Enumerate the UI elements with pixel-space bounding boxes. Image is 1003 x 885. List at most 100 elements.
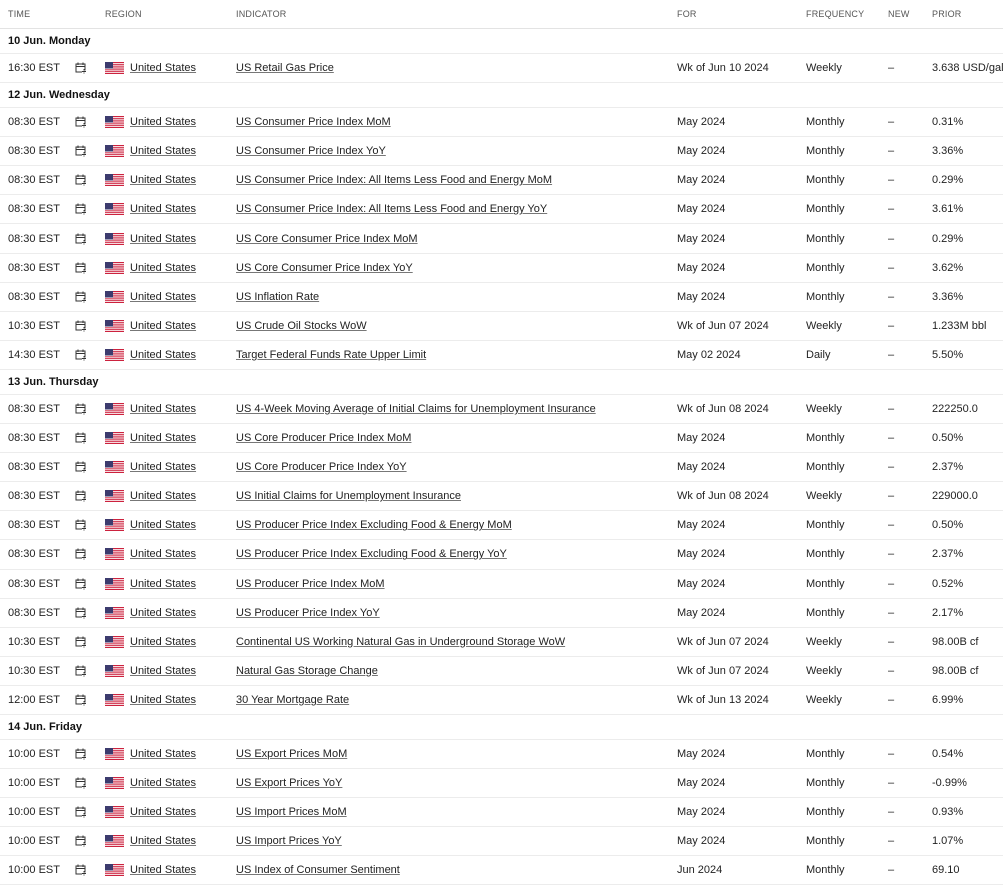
indicator-link[interactable]: US Import Prices YoY <box>236 835 342 847</box>
region-link[interactable]: United States <box>130 262 196 274</box>
calendar-add-icon[interactable] <box>75 403 89 415</box>
indicator-link[interactable]: US Consumer Price Index: All Items Less … <box>236 174 552 186</box>
header-for[interactable]: FOR <box>677 9 697 19</box>
calendar-add-icon[interactable] <box>75 578 89 590</box>
indicator-link[interactable]: US Consumer Price Index MoM <box>236 116 391 128</box>
indicator-link[interactable]: US Producer Price Index YoY <box>236 607 380 619</box>
indicator-link[interactable]: US Producer Price Index Excluding Food &… <box>236 548 507 560</box>
new-value: – <box>888 203 895 216</box>
calendar-add-icon[interactable] <box>75 665 89 677</box>
header-indicator[interactable]: INDICATOR <box>236 9 286 19</box>
calendar-add-icon[interactable] <box>75 519 89 531</box>
prior-value: 98.00B cf <box>932 635 979 648</box>
indicator-link[interactable]: US Core Consumer Price Index YoY <box>236 262 413 274</box>
region-link[interactable]: United States <box>130 62 196 74</box>
header-region[interactable]: REGION <box>105 9 142 19</box>
calendar-add-icon[interactable] <box>75 835 89 847</box>
indicator-link[interactable]: US Export Prices MoM <box>236 748 347 760</box>
region-link[interactable]: United States <box>130 203 196 215</box>
calendar-add-icon[interactable] <box>75 291 89 303</box>
calendar-add-icon[interactable] <box>75 432 89 444</box>
header-prior[interactable]: PRIOR <box>932 9 962 19</box>
event-time: 10:00 EST <box>8 806 60 819</box>
calendar-add-icon[interactable] <box>75 806 89 818</box>
region-link[interactable]: United States <box>130 403 196 415</box>
calendar-add-icon[interactable] <box>75 145 89 157</box>
calendar-add-icon[interactable] <box>75 694 89 706</box>
indicator-link[interactable]: US Initial Claims for Unemployment Insur… <box>236 490 461 502</box>
calendar-add-icon[interactable] <box>75 777 89 789</box>
indicator-link[interactable]: US Index of Consumer Sentiment <box>236 864 400 876</box>
header-frequency[interactable]: FREQUENCY <box>806 9 864 19</box>
period-for: May 2024 <box>677 606 726 619</box>
region-link[interactable]: United States <box>130 578 196 590</box>
region-link[interactable]: United States <box>130 461 196 473</box>
indicator-link[interactable]: US Import Prices MoM <box>236 806 347 818</box>
region-link[interactable]: United States <box>130 694 196 706</box>
calendar-add-icon[interactable] <box>75 62 89 74</box>
indicator-link[interactable]: US Inflation Rate <box>236 291 319 303</box>
indicator-link[interactable]: 30 Year Mortgage Rate <box>236 694 349 706</box>
calendar-add-icon[interactable] <box>75 233 89 245</box>
frequency: Monthly <box>806 519 845 532</box>
indicator-link[interactable]: US Core Producer Price Index YoY <box>236 461 407 473</box>
calendar-add-icon[interactable] <box>75 262 89 274</box>
calendar-add-icon[interactable] <box>75 203 89 215</box>
calendar-add-icon[interactable] <box>75 174 89 186</box>
region-link[interactable]: United States <box>130 320 196 332</box>
calendar-add-icon[interactable] <box>75 349 89 361</box>
indicator-link[interactable]: US Retail Gas Price <box>236 62 334 74</box>
region-link[interactable]: United States <box>130 748 196 760</box>
calendar-add-icon[interactable] <box>75 320 89 332</box>
region-link[interactable]: United States <box>130 636 196 648</box>
calendar-add-icon[interactable] <box>75 490 89 502</box>
indicator-link[interactable]: US 4-Week Moving Average of Initial Clai… <box>236 403 596 415</box>
region-link[interactable]: United States <box>130 116 196 128</box>
region-link[interactable]: United States <box>130 145 196 157</box>
calendar-add-icon[interactable] <box>75 636 89 648</box>
indicator-link[interactable]: US Export Prices YoY <box>236 777 342 789</box>
table-row: 08:30 EST United States US Producer Price … <box>0 570 1003 599</box>
header-time[interactable]: TIME <box>8 9 30 19</box>
region-link[interactable]: United States <box>130 548 196 560</box>
region-link[interactable]: United States <box>130 806 196 818</box>
indicator-link[interactable]: US Crude Oil Stocks WoW <box>236 320 367 332</box>
region-link[interactable]: United States <box>130 432 196 444</box>
region-link[interactable]: United States <box>130 349 196 361</box>
calendar-add-icon[interactable] <box>75 864 89 876</box>
indicator-link[interactable]: Continental US Working Natural Gas in Un… <box>236 636 565 648</box>
indicator-link[interactable]: Natural Gas Storage Change <box>236 665 378 677</box>
calendar-add-icon[interactable] <box>75 748 89 760</box>
calendar-add-icon[interactable] <box>75 116 89 128</box>
header-new[interactable]: NEW <box>888 9 910 19</box>
region-link[interactable]: United States <box>130 777 196 789</box>
region-link[interactable]: United States <box>130 519 196 531</box>
event-time: 08:30 EST <box>8 519 60 532</box>
region-link[interactable]: United States <box>130 174 196 186</box>
indicator-link[interactable]: US Producer Price Index Excluding Food &… <box>236 519 512 531</box>
indicator-link[interactable]: US Core Consumer Price Index MoM <box>236 233 418 245</box>
region-link[interactable]: United States <box>130 864 196 876</box>
us-flag-icon <box>105 693 124 706</box>
region-link[interactable]: United States <box>130 291 196 303</box>
indicator-link[interactable]: US Consumer Price Index: All Items Less … <box>236 203 547 215</box>
indicator-link[interactable]: US Core Producer Price Index MoM <box>236 432 411 444</box>
region-link[interactable]: United States <box>130 607 196 619</box>
table-row: 08:30 EST United States US Core Consumer P… <box>0 254 1003 283</box>
calendar-add-icon[interactable] <box>75 607 89 619</box>
region-link[interactable]: United States <box>130 490 196 502</box>
new-value: – <box>888 606 895 619</box>
table-row: 10:30 EST United States Continental US Wor… <box>0 628 1003 657</box>
frequency: Monthly <box>806 461 845 474</box>
event-time: 10:30 EST <box>8 635 60 648</box>
region-link[interactable]: United States <box>130 233 196 245</box>
indicator-link[interactable]: US Producer Price Index MoM <box>236 578 385 590</box>
calendar-add-icon[interactable] <box>75 461 89 473</box>
region-link[interactable]: United States <box>130 665 196 677</box>
indicator-link[interactable]: Target Federal Funds Rate Upper Limit <box>236 349 426 361</box>
prior-value: 3.36% <box>932 290 964 303</box>
calendar-add-icon[interactable] <box>75 548 89 560</box>
indicator-link[interactable]: US Consumer Price Index YoY <box>236 145 386 157</box>
region-link[interactable]: United States <box>130 835 196 847</box>
date-group-header: 13 Jun. Thursday <box>0 370 1003 395</box>
